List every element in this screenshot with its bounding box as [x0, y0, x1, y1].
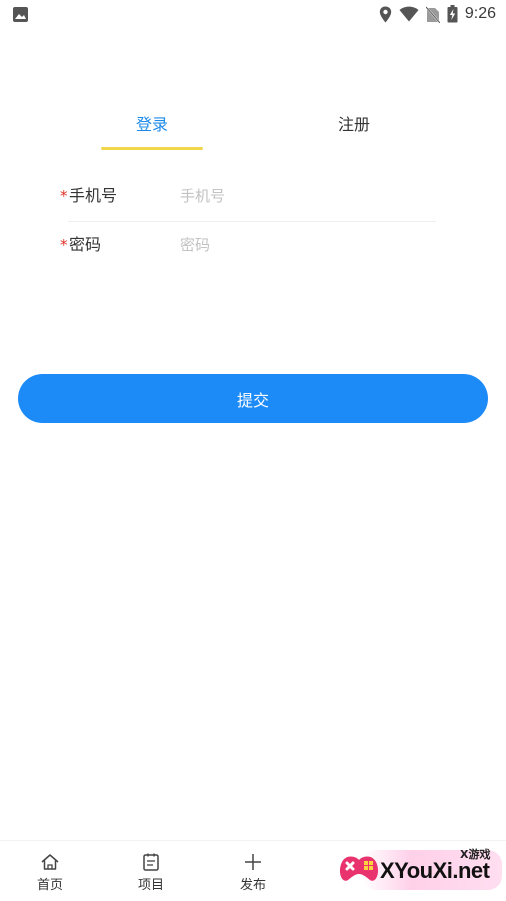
- clock-time: 9:26: [464, 5, 496, 22]
- gallery-notification: [12, 6, 29, 27]
- nav-label-home: 首页: [36, 878, 63, 893]
- required-mark: *: [60, 236, 68, 254]
- password-input[interactable]: [180, 231, 430, 259]
- watermark: X游戏 XYouXi.net: [332, 840, 502, 898]
- gamepad-logo-icon: [339, 856, 379, 881]
- watermark-en-text: XYouXi.net: [380, 858, 490, 883]
- nav-label-project: 项目: [137, 878, 164, 893]
- no-sim-icon: [425, 5, 440, 23]
- location-icon: [379, 6, 392, 22]
- submit-button[interactable]: 提交: [18, 374, 488, 423]
- tab-login[interactable]: 登录: [92, 112, 212, 138]
- nav-label-publish: 发布: [239, 878, 266, 893]
- plus-icon: [245, 854, 261, 870]
- nav-item-project[interactable]: 项目: [111, 841, 191, 901]
- phone-label: 手机号: [69, 186, 118, 205]
- password-row: * 密码: [60, 221, 436, 269]
- image-icon: [13, 7, 28, 22]
- status-bar: 9:26: [0, 0, 506, 28]
- battery-charging-icon: [447, 5, 458, 23]
- status-icons: 9:26: [379, 4, 496, 24]
- home-icon: [41, 854, 59, 870]
- phone-input[interactable]: [180, 182, 430, 210]
- nav-item-publish[interactable]: 发布: [213, 841, 293, 901]
- tab-register[interactable]: 注册: [294, 112, 414, 138]
- phone-row: * 手机号: [60, 172, 436, 220]
- wifi-icon: [399, 6, 419, 22]
- password-label: 密码: [69, 235, 102, 254]
- active-tab-indicator: [101, 147, 203, 150]
- required-mark: *: [60, 187, 68, 205]
- nav-item-home[interactable]: 首页: [10, 841, 90, 901]
- document-icon: [143, 853, 159, 871]
